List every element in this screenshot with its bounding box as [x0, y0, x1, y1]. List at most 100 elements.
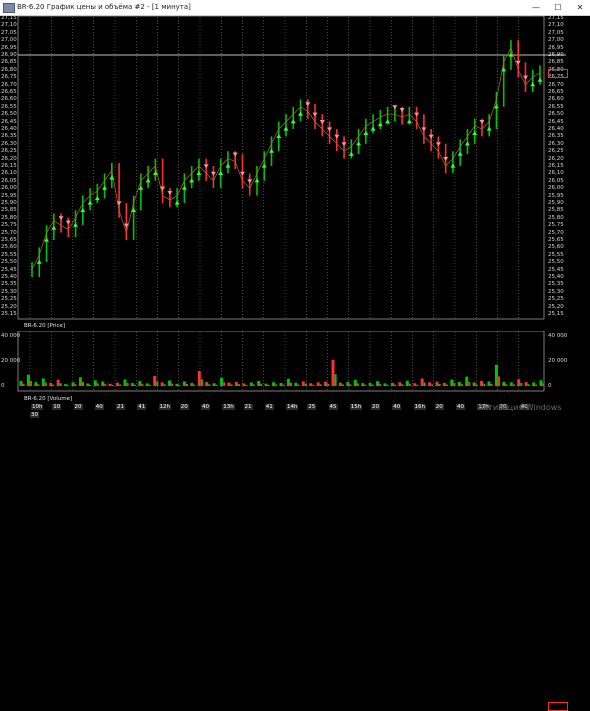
volume-bar: [394, 384, 397, 386]
volume-bar: [138, 381, 142, 386]
price-tick-label: 25,90: [548, 200, 564, 206]
price-tick-label: 25,95: [1, 192, 17, 199]
sell-marker: [116, 201, 122, 206]
volume-bar: [163, 384, 166, 386]
volume-bar: [301, 381, 305, 386]
price-tick-label: 26,20: [1, 155, 17, 162]
price-tick-label: 25,95: [548, 192, 564, 199]
buy-marker: [377, 122, 383, 127]
minimize-button[interactable]: —: [525, 0, 547, 15]
price-tick-label: 27,05: [1, 29, 17, 36]
volume-bar: [498, 376, 501, 386]
activation-watermark: Активация Windows: [478, 403, 562, 412]
sell-marker: [479, 120, 485, 124]
volume-bar: [260, 383, 263, 386]
price-tick-label: 26,45: [548, 118, 564, 125]
volume-bar: [220, 377, 224, 386]
time-tick-label: 25: [307, 404, 317, 410]
volume-bar: [101, 381, 105, 386]
time-tick-label: 20: [371, 404, 380, 410]
buy-marker: [530, 82, 536, 87]
volume-bar: [279, 383, 283, 386]
volume-bar: [148, 384, 151, 386]
volume-chart[interactable]: [0, 331, 590, 404]
time-tick-label: 12h: [158, 404, 171, 410]
price-chart[interactable]: [0, 16, 590, 330]
volume-bar: [44, 382, 47, 386]
volume-bar: [483, 383, 486, 386]
price-pane[interactable]: 27,15 27,10 27,05 27,00 26,95 26,90 26,85 26,80…: [0, 15, 590, 330]
volume-tick-label: 20 000: [1, 358, 21, 364]
volume-bar: [52, 384, 55, 386]
price-tick-label: 27,15: [1, 15, 17, 21]
sell-marker: [392, 105, 398, 110]
price-tick-label: 25,15: [548, 311, 564, 317]
window-titlebar: BR-6.20 График цены и объёма #2 - [1 мин…: [0, 0, 590, 16]
buy-marker: [73, 222, 79, 227]
volume-bar: [442, 382, 446, 386]
buy-marker: [370, 126, 376, 131]
volume-bar: [512, 384, 515, 386]
price-pane-label: BR-6.20 [Price]: [24, 323, 66, 329]
price-tick-label: 27,15: [548, 15, 564, 21]
buy-marker: [276, 134, 282, 138]
volume-bar: [539, 380, 543, 386]
price-tick-label: 25,70: [1, 229, 17, 236]
volume-pane-label: BR-6.20 [Volume]: [24, 396, 73, 402]
buy-marker: [225, 163, 231, 168]
price-tick-label: 25,70: [548, 229, 564, 236]
price-tick-label: 26,35: [548, 133, 564, 140]
volume-tick-label: 40 000: [1, 333, 21, 339]
volume-bar: [371, 384, 374, 386]
volume-bar: [116, 382, 120, 386]
maximize-button[interactable]: ☐: [547, 0, 569, 15]
volume-bar: [327, 384, 330, 386]
volume-pane[interactable]: 40 000 20 000 0 40 000 20 000 0 BR-6.20 [Vol…: [0, 331, 590, 711]
time-tick-label: 40: [94, 404, 104, 410]
buy-marker: [94, 196, 100, 201]
sell-marker: [414, 112, 420, 117]
sell-marker: [65, 220, 71, 225]
price-tick-label: 26,95: [548, 44, 564, 51]
volume-bar: [383, 383, 387, 386]
time-tick-label: 20: [73, 404, 83, 410]
volume-bar: [82, 382, 85, 386]
volume-bar: [275, 384, 278, 386]
price-tick-label: 25,55: [548, 251, 564, 258]
price-tick-label: 25,50: [548, 259, 564, 266]
volume-bar: [22, 383, 25, 386]
sell-marker: [421, 127, 427, 132]
volume-bar: [197, 371, 201, 386]
buy-marker: [356, 141, 362, 146]
price-tick-label: 26,85: [548, 59, 564, 66]
buy-marker: [254, 178, 260, 183]
buy-marker: [51, 225, 57, 230]
close-button[interactable]: ✕: [569, 0, 590, 15]
price-tick-label: 27,00: [1, 37, 17, 44]
volume-bar: [431, 384, 434, 386]
price-tick-label: 27,00: [548, 37, 564, 44]
sell-marker: [167, 191, 173, 196]
price-tick-label: 25,45: [1, 266, 17, 273]
sell-marker: [334, 134, 340, 139]
volume-bar: [126, 383, 129, 386]
volume-bar: [408, 383, 411, 386]
volume-bar: [111, 384, 114, 386]
volume-tick-label: 40 000: [548, 333, 568, 339]
volume-bar: [338, 382, 342, 386]
volume-bar: [26, 374, 30, 386]
last-volume-marker: [548, 702, 568, 711]
buy-marker: [80, 208, 86, 212]
volume-tick-label: 0: [1, 383, 5, 389]
volume-bar: [446, 384, 449, 386]
volume-bar: [304, 383, 307, 386]
price-tick-label: 26,05: [1, 177, 17, 184]
volume-bar: [130, 383, 134, 386]
volume-bar: [89, 384, 92, 386]
price-tick-label: 27,10: [548, 22, 564, 29]
volume-bar: [74, 384, 77, 386]
volume-bar: [379, 383, 382, 386]
buy-marker: [464, 141, 470, 146]
volume-bar: [312, 384, 315, 386]
volume-tick-label: 20 000: [548, 358, 568, 364]
